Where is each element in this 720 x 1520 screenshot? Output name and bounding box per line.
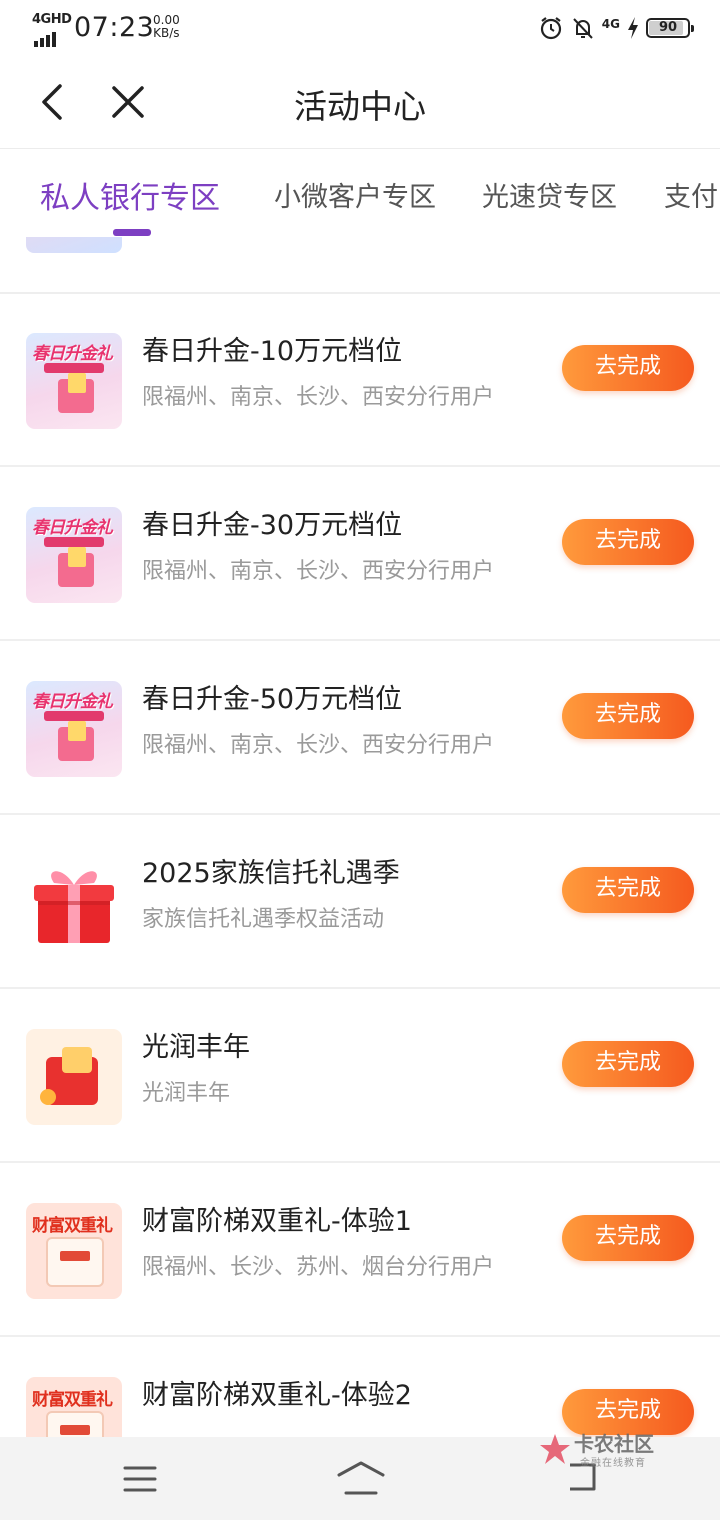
list-item[interactable]: 春日升金礼 春日升金-30万元档位 限福州、南京、长沙、西安分行用户 去完成 [0,467,720,641]
tab-payment[interactable]: 支付 [664,175,718,214]
go-complete-button[interactable]: 去完成 [562,1215,694,1261]
list-item-partial [0,237,720,294]
go-complete-button[interactable]: 去完成 [562,693,694,739]
status-icons: 4G 90 [538,14,694,42]
activity-list: 春日升金礼 春日升金-10万元档位 限福州、南京、长沙、西安分行用户 去完成 春… [0,237,720,1437]
go-complete-button[interactable]: 去完成 [562,867,694,913]
list-item[interactable]: 财富双重礼 财富阶梯双重礼-体验2 去完成 [0,1337,720,1437]
list-item[interactable]: 财富双重礼 财富阶梯双重礼-体验1 限福州、长沙、苏州、烟台分行用户 去完成 [0,1163,720,1337]
activity-title: 财富阶梯双重礼-体验2 [142,1380,412,1411]
tab-private-banking[interactable]: 私人银行专区 [40,173,220,217]
alarm-icon [540,17,561,40]
activity-title: 2025家族信托礼遇季 [142,858,400,889]
gift-box-icon [26,855,122,951]
tab-express-loan[interactable]: 光速贷专区 [482,175,617,214]
go-complete-button[interactable]: 去完成 [562,519,694,565]
app-header: 活动中心 [0,56,720,149]
go-complete-button[interactable]: 去完成 [562,1041,694,1087]
thumbnail-text: 春日升金礼 [32,344,113,364]
network-speed: 0.00 KB/s [153,14,180,40]
activity-subtitle: 限福州、南京、长沙、西安分行用户 [142,559,495,584]
list-item[interactable]: 春日升金礼 春日升金-50万元档位 限福州、南京、长沙、西安分行用户 去完成 [0,641,720,815]
list-item[interactable]: 2025家族信托礼遇季 家族信托礼遇季权益活动 去完成 [0,815,720,989]
active-tab-indicator [113,229,151,236]
page-title: 活动中心 [294,87,426,126]
mobile-data-indicator: 4G [601,17,620,31]
activity-subtitle: 限福州、南京、长沙、西安分行用户 [142,733,495,758]
red-envelope-icon [26,1029,122,1125]
watermark-text: 卡农社区 [574,1432,654,1456]
activity-subtitle: 光润丰年 [142,1081,231,1106]
charging-icon [628,17,638,39]
menu-icon[interactable] [123,1465,157,1493]
activity-thumbnail: 财富双重礼 [26,1203,122,1299]
thumbnail-text: 财富双重礼 [32,1390,113,1410]
network-type: 4GHD [32,12,72,27]
signal-icon [34,28,58,47]
battery-level: 90 [658,20,678,35]
list-item[interactable]: 光润丰年 光润丰年 去完成 [0,989,720,1163]
watermark-logo-icon [540,1434,570,1464]
activity-subtitle: 家族信托礼遇季权益活动 [142,907,385,932]
activity-thumbnail [26,237,122,253]
go-complete-button[interactable]: 去完成 [562,345,694,391]
battery-indicator: 90 [646,18,694,38]
category-tabs: 私人银行专区 小微客户专区 光速贷专区 支付 [0,149,720,237]
activity-thumbnail: 春日升金礼 [26,681,122,777]
list-item[interactable]: 春日升金礼 春日升金-10万元档位 限福州、南京、长沙、西安分行用户 去完成 [0,293,720,467]
tab-small-business[interactable]: 小微客户专区 [274,175,436,214]
activity-title: 春日升金-30万元档位 [142,510,403,541]
mute-bell-icon [573,18,593,39]
activity-title: 春日升金-10万元档位 [142,336,403,367]
activity-title: 财富阶梯双重礼-体验1 [142,1206,412,1237]
thumbnail-text: 春日升金礼 [32,518,113,538]
activity-subtitle: 限福州、长沙、苏州、烟台分行用户 [142,1255,495,1280]
activity-title: 光润丰年 [142,1032,250,1063]
home-icon[interactable] [336,1459,386,1497]
watermark: 卡农社区 金融在线教育 [538,1426,668,1472]
thumbnail-text: 春日升金礼 [32,692,113,712]
activity-thumbnail: 春日升金礼 [26,333,122,429]
speed-unit: KB/s [153,26,180,40]
watermark-subtext: 金融在线教育 [580,1458,646,1469]
network-indicator: 4GHD [32,12,72,47]
activity-subtitle: 限福州、南京、长沙、西安分行用户 [142,385,495,410]
status-bar: 4GHD 07:23 0.00 KB/s 4G 90 [0,0,720,56]
clock: 07:23 [74,12,155,43]
activity-title: 春日升金-50万元档位 [142,684,403,715]
thumbnail-text: 财富双重礼 [32,1216,113,1236]
activity-thumbnail: 财富双重礼 [26,1377,122,1437]
activity-thumbnail: 春日升金礼 [26,507,122,603]
